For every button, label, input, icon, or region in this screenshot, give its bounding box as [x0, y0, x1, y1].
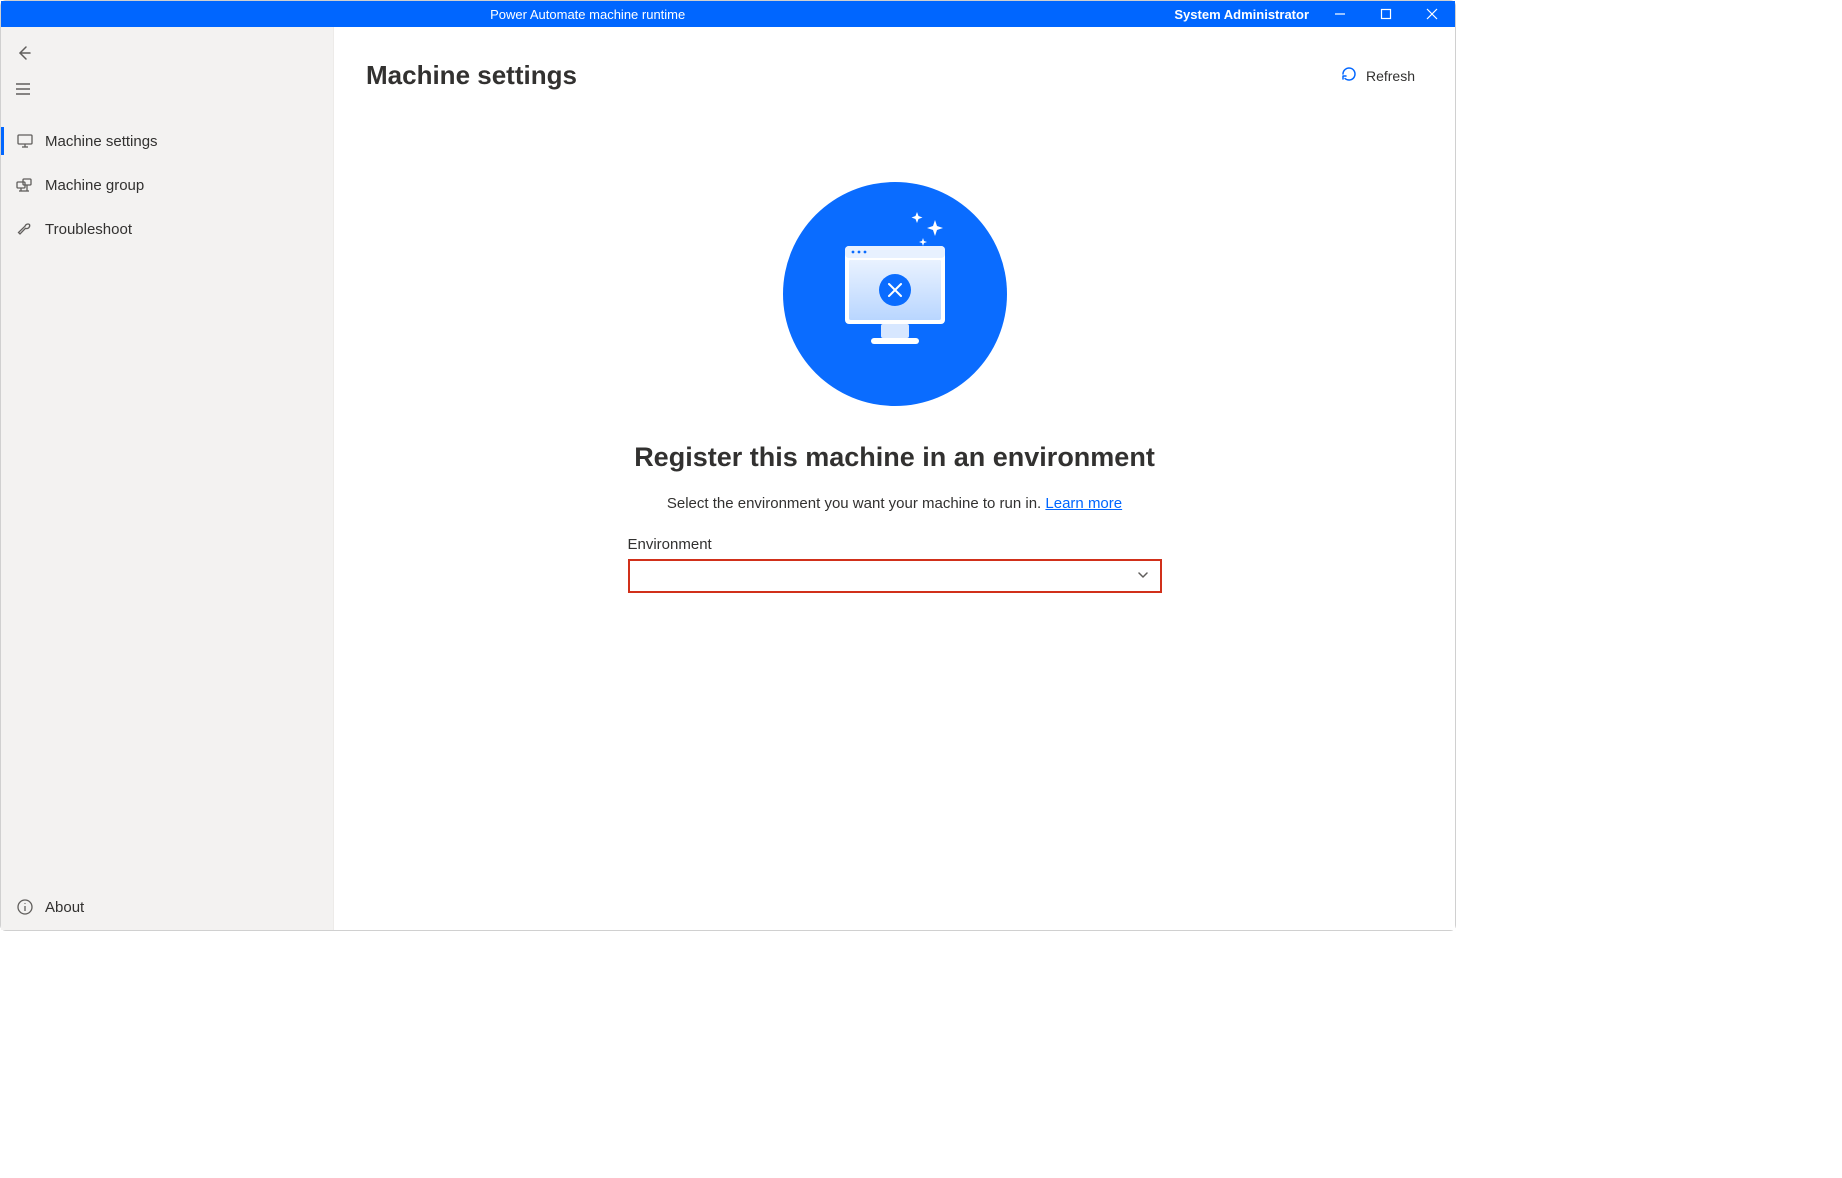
sidebar-item-about[interactable]: About	[1, 884, 333, 930]
refresh-icon	[1340, 65, 1358, 86]
back-button[interactable]	[1, 35, 45, 71]
close-button[interactable]	[1409, 1, 1455, 27]
window-controls	[1317, 1, 1455, 27]
sidebar-item-label: Machine settings	[45, 133, 158, 150]
monitor-icon	[15, 131, 35, 151]
sidebar-item-machine-group[interactable]: Machine group	[1, 163, 333, 207]
titlebar: Power Automate machine runtime System Ad…	[1, 1, 1455, 27]
sidebar-item-label: Machine group	[45, 177, 144, 194]
hero-title: Register this machine in an environment	[634, 442, 1155, 473]
environment-field: Environment	[628, 536, 1162, 593]
group-icon	[15, 175, 35, 195]
chevron-down-icon	[1136, 568, 1150, 585]
sidebar-item-machine-settings[interactable]: Machine settings	[1, 119, 333, 163]
sidebar-footer: About	[1, 884, 333, 930]
hero: Register this machine in an environment …	[366, 182, 1423, 593]
environment-combobox[interactable]	[628, 559, 1162, 593]
refresh-label: Refresh	[1366, 68, 1415, 84]
refresh-button[interactable]: Refresh	[1332, 59, 1423, 92]
sidebar-nav: Machine settings Machine group Troublesh…	[1, 119, 333, 884]
machine-illustration	[783, 182, 1007, 406]
content-area: Machine settings Machine group Troublesh…	[1, 27, 1455, 930]
environment-label: Environment	[628, 536, 1162, 553]
sidebar-item-troubleshoot[interactable]: Troubleshoot	[1, 207, 333, 251]
current-user: System Administrator	[1174, 7, 1309, 22]
info-icon	[15, 897, 35, 917]
sidebar: Machine settings Machine group Troublesh…	[1, 27, 334, 930]
page-title: Machine settings	[366, 60, 577, 91]
main-header: Machine settings Refresh	[366, 59, 1423, 92]
learn-more-link[interactable]: Learn more	[1045, 495, 1122, 512]
hero-subtext-text: Select the environment you want your mac…	[667, 495, 1046, 512]
wrench-icon	[15, 219, 35, 239]
minimize-button[interactable]	[1317, 1, 1363, 27]
hamburger-button[interactable]	[1, 71, 45, 107]
main-panel: Machine settings Refresh	[334, 27, 1455, 930]
sidebar-top	[1, 27, 333, 107]
sidebar-item-label: Troubleshoot	[45, 221, 132, 238]
hero-subtext: Select the environment you want your mac…	[667, 495, 1122, 512]
maximize-button[interactable]	[1363, 1, 1409, 27]
window-title: Power Automate machine runtime	[1, 7, 1174, 22]
sidebar-item-label: About	[45, 899, 84, 916]
